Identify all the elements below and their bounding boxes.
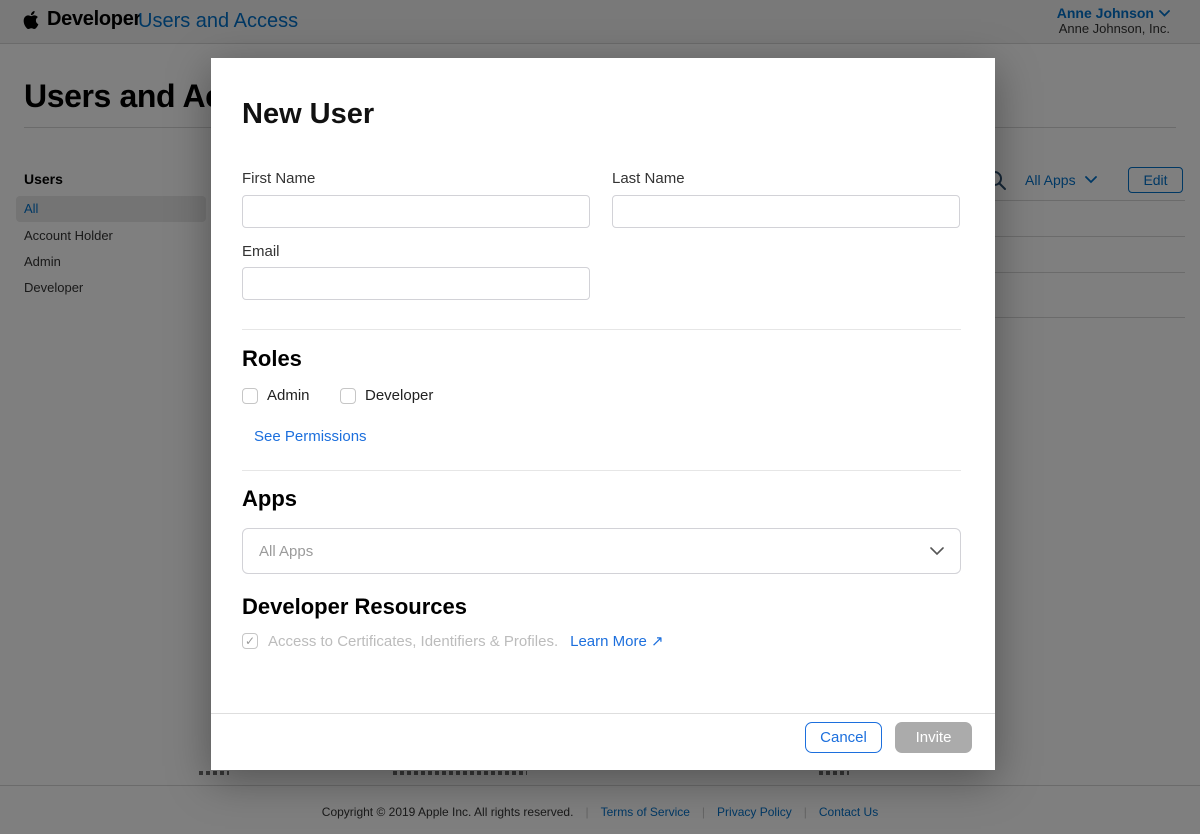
email-field[interactable] <box>242 267 590 300</box>
first-name-field[interactable] <box>242 195 590 228</box>
screen: Developer Users and Access Anne Johnson … <box>0 0 1200 834</box>
see-permissions-link[interactable]: See Permissions <box>254 428 367 445</box>
checkbox-icon <box>242 388 258 404</box>
apps-select-dropdown[interactable]: All Apps <box>242 528 961 574</box>
chevron-down-icon <box>930 547 944 556</box>
last-name-field[interactable] <box>612 195 960 228</box>
section-divider <box>242 329 961 330</box>
role-developer-label: Developer <box>365 387 433 404</box>
checked-checkbox-icon: ✓ <box>242 633 258 649</box>
first-name-label: First Name <box>242 170 315 187</box>
modal-title: New User <box>242 98 374 131</box>
checkbox-icon <box>340 388 356 404</box>
cancel-button[interactable]: Cancel <box>805 722 882 753</box>
new-user-modal: New User First Name Last Name Email Role… <box>211 58 995 770</box>
role-checkbox-admin[interactable]: Admin <box>242 387 310 404</box>
email-label: Email <box>242 243 280 260</box>
learn-more-link[interactable]: Learn More ↗ <box>570 632 663 650</box>
modal-footer-divider <box>211 713 995 714</box>
role-admin-label: Admin <box>267 387 310 404</box>
section-divider <box>242 470 961 471</box>
apps-heading: Apps <box>242 486 297 512</box>
certificates-access-label: Access to Certificates, Identifiers & Pr… <box>268 633 558 650</box>
invite-button[interactable]: Invite <box>895 722 972 753</box>
certificates-access-checkbox[interactable]: ✓ Access to Certificates, Identifiers & … <box>242 632 664 650</box>
apps-dropdown-placeholder: All Apps <box>259 543 930 560</box>
developer-resources-heading: Developer Resources <box>242 594 467 620</box>
role-checkbox-developer[interactable]: Developer <box>340 387 433 404</box>
last-name-label: Last Name <box>612 170 685 187</box>
roles-heading: Roles <box>242 346 302 372</box>
